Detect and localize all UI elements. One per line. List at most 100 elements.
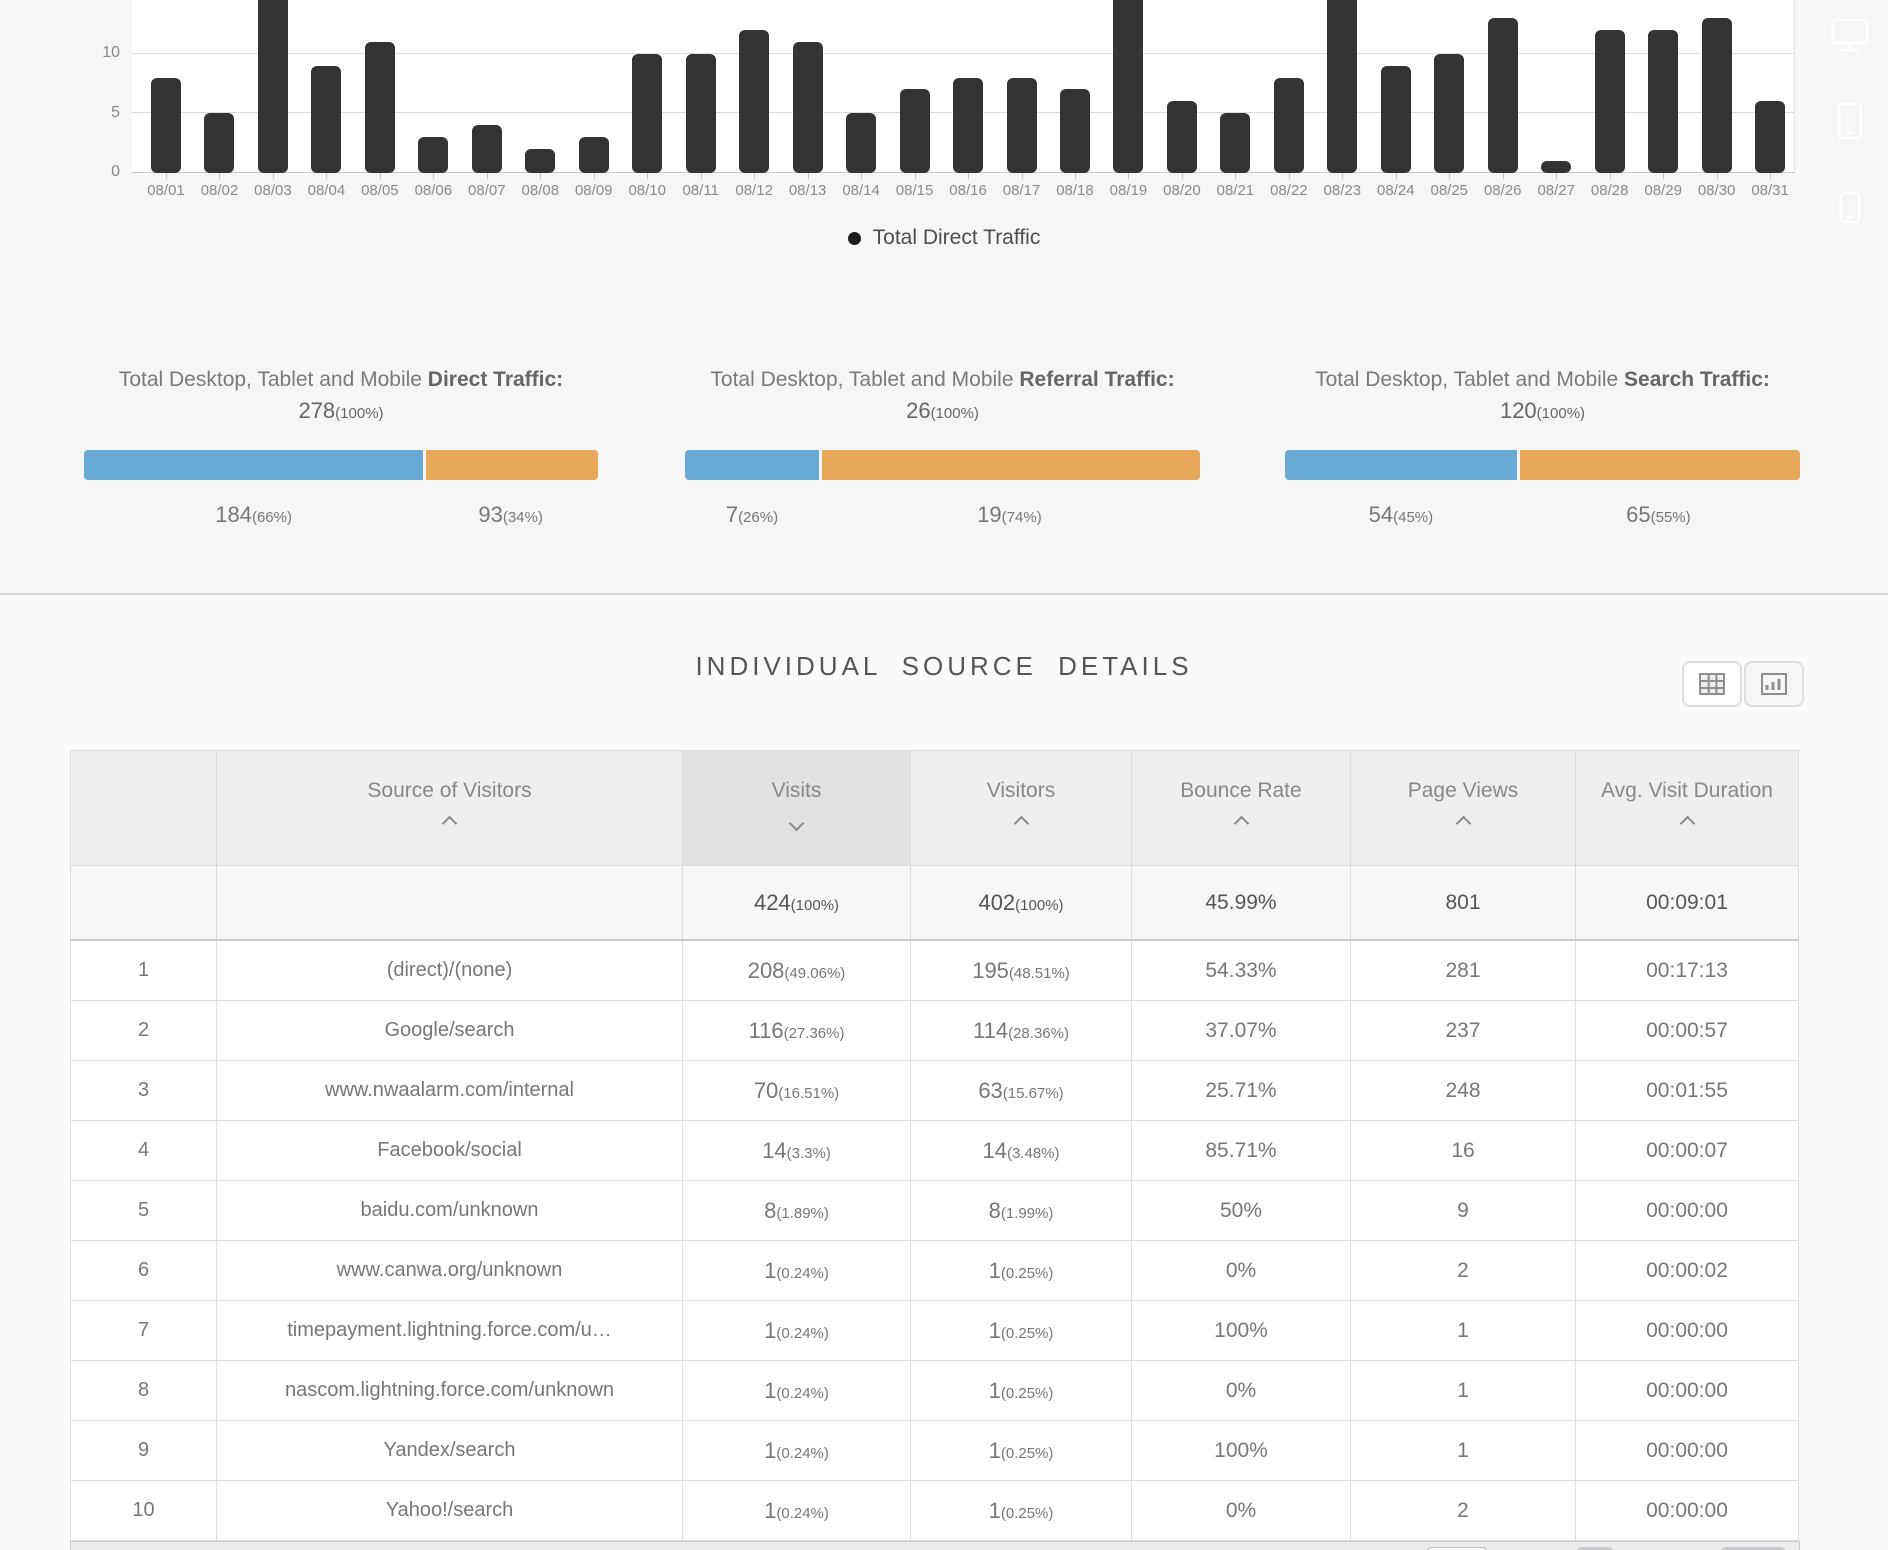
visitors-percent: (15.67%) bbox=[1002, 1084, 1064, 1102]
table-row: 5 baidu.com/unknown 8(1.89%) 8(1.99%) 50% 9 00… bbox=[70, 1180, 1799, 1241]
summary-title-bold: Search Traffic: bbox=[1624, 368, 1770, 391]
tablet-filter-button[interactable] bbox=[1822, 93, 1878, 149]
cell-page-views: 16 bbox=[1350, 1120, 1576, 1181]
x-axis-tick bbox=[1716, 173, 1718, 179]
summary-right-value: 93 bbox=[478, 502, 503, 527]
x-axis-tick bbox=[861, 173, 863, 179]
mobile-icon bbox=[1839, 191, 1861, 224]
summary-left-percent: (26%) bbox=[738, 509, 779, 526]
summary-total-percent: (100%) bbox=[1536, 405, 1586, 422]
summary-bar-left-segment bbox=[1285, 450, 1517, 480]
cell-bounce-rate: 0% bbox=[1131, 1360, 1351, 1421]
cell-source: nascom.lightning.force.com/unknown bbox=[216, 1360, 683, 1421]
cell-rank: 1 bbox=[70, 939, 217, 1001]
chart-bar bbox=[1701, 18, 1732, 173]
traffic-summary-card: Total Desktop, Tablet and Mobile Direct … bbox=[84, 290, 598, 593]
cell-bounce-rate: 25.71% bbox=[1131, 1060, 1351, 1121]
cell-visits: 8(1.89%) bbox=[682, 1180, 911, 1241]
legend-label: Total Direct Traffic bbox=[872, 226, 1041, 249]
visitors-value: 114 bbox=[973, 1017, 1009, 1043]
chart-bar bbox=[1273, 78, 1304, 173]
cell-avg-visit-duration: 00:01:55 bbox=[1575, 1060, 1799, 1121]
summary-left-label: 54(45%) bbox=[1285, 502, 1517, 528]
chart-legend: Total Direct Traffic bbox=[0, 226, 1888, 250]
visits-value: 1 bbox=[764, 1437, 777, 1463]
chart-bar bbox=[953, 78, 984, 173]
column-header-bounce-rate[interactable]: Bounce Rate bbox=[1131, 750, 1351, 866]
cell-bounce-rate: 37.07% bbox=[1131, 1000, 1351, 1061]
cell-rank-empty bbox=[70, 865, 217, 941]
summary-right-label: 93(34%) bbox=[423, 502, 598, 528]
cell-bounce-rate: 0% bbox=[1131, 1240, 1351, 1301]
traffic-summary-card: Total Desktop, Tablet and Mobile Search … bbox=[1285, 290, 1800, 593]
cell-page-views: 1 bbox=[1350, 1300, 1576, 1361]
summary-right-percent: (34%) bbox=[502, 509, 543, 526]
column-header-visitors[interactable]: Visitors bbox=[910, 750, 1132, 866]
summary-bar-labels: 54(45%) 65(55%) bbox=[1285, 502, 1800, 528]
chart-bar bbox=[204, 113, 235, 173]
cell-source: baidu.com/unknown bbox=[216, 1180, 683, 1241]
chart-bar bbox=[257, 0, 288, 173]
visitors-percent: (0.25%) bbox=[1000, 1384, 1054, 1402]
cell-avg-visit-duration: 00:00:00 bbox=[1575, 1360, 1799, 1421]
table-row: 10 Yahoo!/search 1(0.24%) 1(0.25%) 0% 2 00:00:… bbox=[70, 1480, 1799, 1541]
cell-bounce-rate: 100% bbox=[1131, 1420, 1351, 1481]
x-axis-tick bbox=[166, 173, 167, 179]
column-header-avg-visit-duration[interactable]: Avg. Visit Duration bbox=[1575, 750, 1799, 866]
cell-bounce-rate: 54.33% bbox=[1131, 939, 1351, 1001]
visits-value: 116 bbox=[748, 1017, 784, 1043]
desktop-filter-button[interactable] bbox=[1822, 7, 1878, 63]
mobile-filter-button[interactable] bbox=[1822, 179, 1878, 235]
visitors-percent: (28.36%) bbox=[1008, 1024, 1069, 1042]
visits-value: 1 bbox=[764, 1317, 777, 1343]
cell-rank: 5 bbox=[70, 1180, 217, 1241]
chart-bar bbox=[792, 42, 823, 173]
chart-bar bbox=[1755, 101, 1786, 173]
summary-total: 120(100%) bbox=[1285, 398, 1800, 424]
x-axis-tick bbox=[219, 173, 221, 179]
chart-bar bbox=[311, 66, 342, 173]
table-row: 7 timepayment.lightning.force.com/u… 1(0.2… bbox=[70, 1300, 1799, 1361]
column-header-label: Bounce Rate bbox=[1180, 779, 1302, 802]
summary-right-percent: (55%) bbox=[1650, 509, 1691, 526]
cell-total-visits: 424(100%) bbox=[682, 865, 911, 941]
column-header-visits[interactable]: Visits bbox=[682, 750, 911, 866]
table-row: 9 Yandex/search 1(0.24%) 1(0.25%) 100% 1 00:00… bbox=[70, 1420, 1799, 1481]
section-title: INDIVIDUAL SOURCE DETAILS bbox=[695, 651, 1193, 681]
x-axis-tick bbox=[754, 173, 756, 179]
cell-bounce-rate: 100% bbox=[1131, 1300, 1351, 1361]
cell-page-views: 1 bbox=[1350, 1420, 1576, 1481]
visitors-percent: (0.25%) bbox=[1000, 1324, 1054, 1342]
column-header-source-of-visitors[interactable]: Source of Visitors bbox=[216, 750, 683, 866]
column-header-page-views[interactable]: Page Views bbox=[1350, 750, 1576, 866]
visitors-percent: (3.48%) bbox=[1006, 1144, 1060, 1162]
chart-bar bbox=[1648, 30, 1679, 173]
cell-total-avg-visit-duration: 00:09:01 bbox=[1575, 865, 1799, 941]
summary-bar-labels: 7(26%) 19(74%) bbox=[685, 502, 1200, 528]
chart-view-button[interactable] bbox=[1744, 661, 1804, 707]
x-axis-tick bbox=[1128, 173, 1130, 179]
cell-total-visitors: 402(100%) bbox=[910, 865, 1132, 941]
chart-bar bbox=[685, 54, 716, 173]
chart-bar bbox=[151, 78, 181, 173]
column-header-label: Visitors bbox=[986, 779, 1056, 802]
cell-rank: 4 bbox=[70, 1120, 217, 1181]
visits-percent: (27.36%) bbox=[783, 1024, 845, 1042]
visitors-value: 1 bbox=[988, 1497, 1001, 1523]
chart-bar bbox=[418, 137, 449, 173]
cell-visitors: 1(0.25%) bbox=[910, 1420, 1132, 1481]
x-axis-tick bbox=[486, 173, 488, 179]
table-view-button[interactable] bbox=[1682, 661, 1742, 707]
sort-asc-icon bbox=[1455, 815, 1471, 832]
cell-source: Google/search bbox=[216, 1000, 683, 1061]
x-axis-tick bbox=[326, 173, 328, 179]
x-axis-tick bbox=[1449, 173, 1451, 179]
cell-page-views: 248 bbox=[1350, 1060, 1576, 1121]
chart-bar bbox=[632, 54, 663, 173]
sort-asc-icon bbox=[1233, 815, 1249, 832]
column-header-label: Source of Visitors bbox=[367, 779, 532, 802]
visits-value: 8 bbox=[764, 1197, 777, 1223]
chart-bar bbox=[846, 113, 877, 173]
x-axis-tick bbox=[1288, 173, 1290, 179]
table-row: 6 www.canwa.org/unknown 1(0.24%) 1(0.25%) 0%… bbox=[70, 1240, 1799, 1301]
